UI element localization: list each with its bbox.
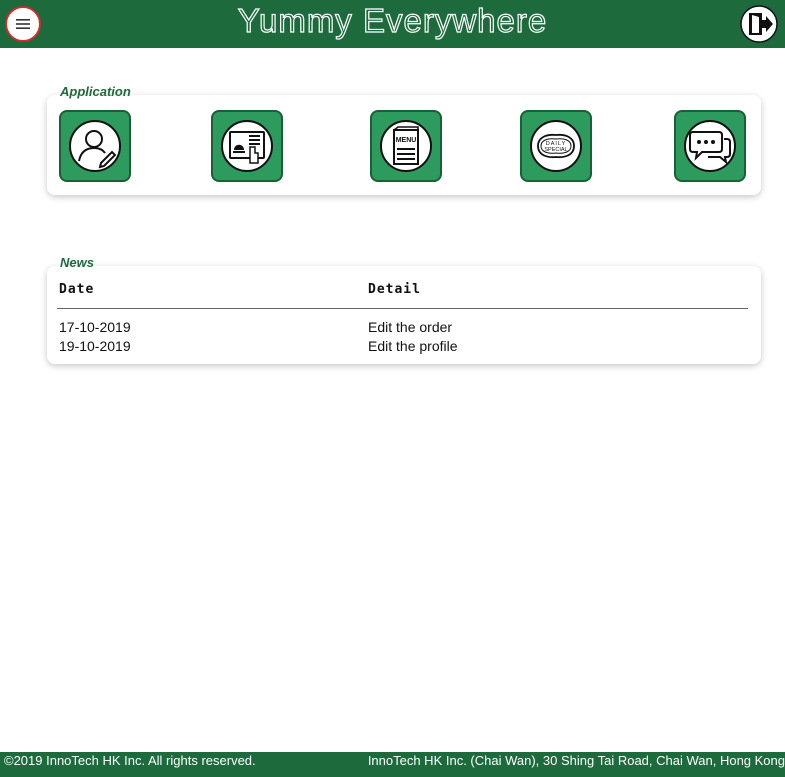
news-panel: News Date Detail 17-10-2019 Edit the ord… — [47, 255, 761, 364]
news-legend: News — [60, 255, 94, 270]
news-date: 17-10-2019 — [59, 319, 131, 335]
app-tile-daily-special[interactable]: DAILY SPECIAL — [520, 110, 592, 182]
user-profile-icon — [69, 120, 121, 172]
news-column-date: Date — [59, 282, 95, 297]
order-icon — [221, 120, 273, 172]
footer-copyright: ©2019 InnoTech HK Inc. All rights reserv… — [4, 753, 256, 768]
logout-button[interactable] — [740, 5, 778, 43]
menu-book-icon: MENU — [380, 120, 432, 172]
app-tile-menu[interactable]: MENU — [370, 110, 442, 182]
footer-address: InnoTech HK Inc. (Chai Wan), 30 Shing Ta… — [367, 753, 785, 768]
logout-icon — [740, 5, 778, 43]
chat-icon — [684, 120, 736, 172]
top-bar: Yummy Everywhere — [0, 0, 785, 48]
svg-text:SPECIAL: SPECIAL — [544, 147, 567, 153]
application-panel: Application MENU DAILY SPECIAL — [47, 84, 761, 195]
app-tile-profile[interactable] — [59, 110, 131, 182]
daily-special-icon: DAILY SPECIAL — [530, 120, 582, 172]
svg-text:MENU: MENU — [396, 137, 417, 144]
footer: ©2019 InnoTech HK Inc. All rights reserv… — [0, 752, 785, 777]
application-legend: Application — [60, 84, 131, 99]
news-detail: Edit the order — [368, 319, 453, 335]
news-header-divider — [57, 308, 748, 309]
app-tile-order[interactable] — [211, 110, 283, 182]
app-title: Yummy Everywhere — [237, 1, 548, 39]
news-detail: Edit the profile — [368, 338, 458, 354]
app-tile-chat[interactable] — [674, 110, 746, 182]
news-date: 19-10-2019 — [59, 338, 131, 354]
news-column-detail: Detail — [368, 282, 421, 297]
